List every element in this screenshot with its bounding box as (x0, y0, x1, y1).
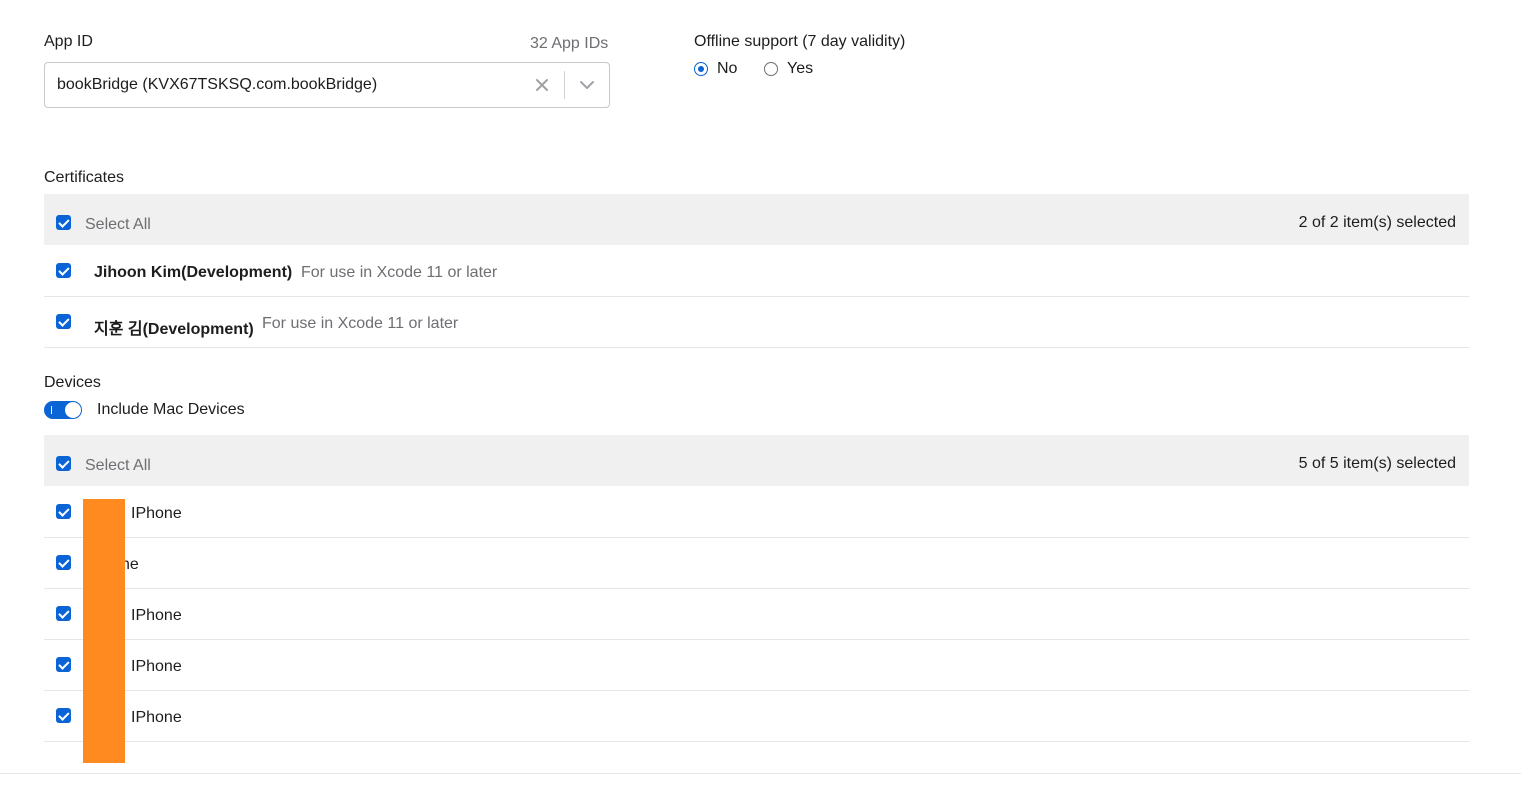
offline-option-yes[interactable]: Yes (764, 60, 813, 78)
device-name: IPhone (131, 607, 182, 624)
device-row[interactable]: IPhone (44, 691, 1469, 742)
certificate-note: For use in Xcode 11 or later (301, 264, 498, 281)
device-row[interactable]: ne (44, 538, 1469, 589)
app-id-select[interactable]: bookBridge (KVX67TSKSQ.com.bookBridge) (44, 62, 610, 108)
certificate-row[interactable]: 지훈 김(Development) For use in Xcode 11 or… (44, 297, 1469, 348)
device-checkbox[interactable] (56, 606, 71, 621)
devices-selection-summary: 5 of 5 item(s) selected (1298, 455, 1456, 472)
certificates-select-all-checkbox[interactable] (56, 215, 71, 230)
devices-select-all-label: Select All (85, 457, 151, 474)
include-mac-label: Include Mac Devices (97, 401, 245, 418)
device-row[interactable]: IPhone (44, 640, 1469, 691)
include-mac-toggle[interactable] (44, 401, 82, 419)
toggle-knob (65, 402, 81, 418)
certificates-header: Select All 2 of 2 item(s) selected (44, 194, 1469, 245)
certificate-note: For use in Xcode 11 or later (262, 315, 459, 332)
device-name: IPhone (131, 709, 182, 726)
certificate-checkbox[interactable] (56, 314, 71, 329)
toggle-on-mark (51, 406, 52, 414)
devices-header: Select All 5 of 5 item(s) selected (44, 435, 1469, 486)
radio-no-label: No (717, 60, 738, 77)
device-checkbox[interactable] (56, 708, 71, 723)
certificates-heading: Certificates (44, 169, 125, 186)
radio-yes[interactable] (764, 62, 778, 76)
redaction-block (83, 499, 125, 763)
radio-yes-label: Yes (787, 60, 814, 77)
device-checkbox[interactable] (56, 504, 71, 519)
footer-divider (0, 773, 1521, 774)
app-id-count: 32 App IDs (530, 35, 609, 52)
devices-select-all-checkbox[interactable] (56, 456, 71, 471)
certificates-select-all-label: Select All (85, 216, 151, 233)
offline-option-no[interactable]: No (694, 60, 737, 78)
certificate-name: Jihoon Kim(Development) (94, 264, 293, 281)
certificate-row[interactable]: Jihoon Kim(Development) For use in Xcode… (44, 246, 1469, 297)
app-id-label: App ID (44, 33, 93, 50)
device-checkbox[interactable] (56, 657, 71, 672)
devices-heading: Devices (44, 374, 101, 391)
device-name: IPhone (131, 505, 182, 522)
radio-no[interactable] (694, 62, 708, 76)
certificate-name: 지훈 김(Development) (94, 321, 254, 338)
app-id-value: bookBridge (KVX67TSKSQ.com.bookBridge) (57, 76, 378, 93)
certificates-selection-summary: 2 of 2 item(s) selected (1298, 214, 1456, 231)
device-name: IPhone (131, 658, 182, 675)
offline-support-label: Offline support (7 day validity) (694, 33, 906, 50)
device-row[interactable]: IPhone (44, 487, 1469, 538)
device-row[interactable]: IPhone (44, 589, 1469, 640)
chevron-down-icon[interactable] (565, 63, 609, 107)
device-checkbox[interactable] (56, 555, 71, 570)
clear-icon[interactable] (520, 63, 564, 107)
certificate-checkbox[interactable] (56, 263, 71, 278)
